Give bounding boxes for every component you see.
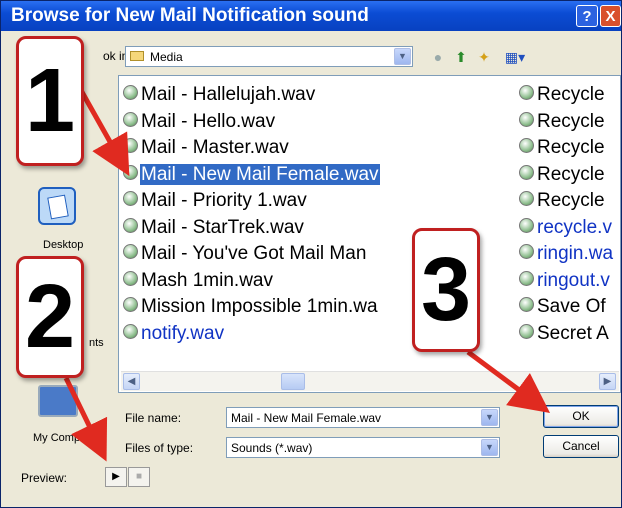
callout-step-2: 2 (16, 256, 84, 378)
arrow-1 (75, 83, 130, 177)
arrow-2 (63, 376, 108, 462)
annotation-arrows (63, 83, 551, 462)
callout-step-1: 1 (16, 36, 84, 166)
arrow-3 (466, 349, 551, 413)
callout-step-3: 3 (412, 228, 480, 352)
